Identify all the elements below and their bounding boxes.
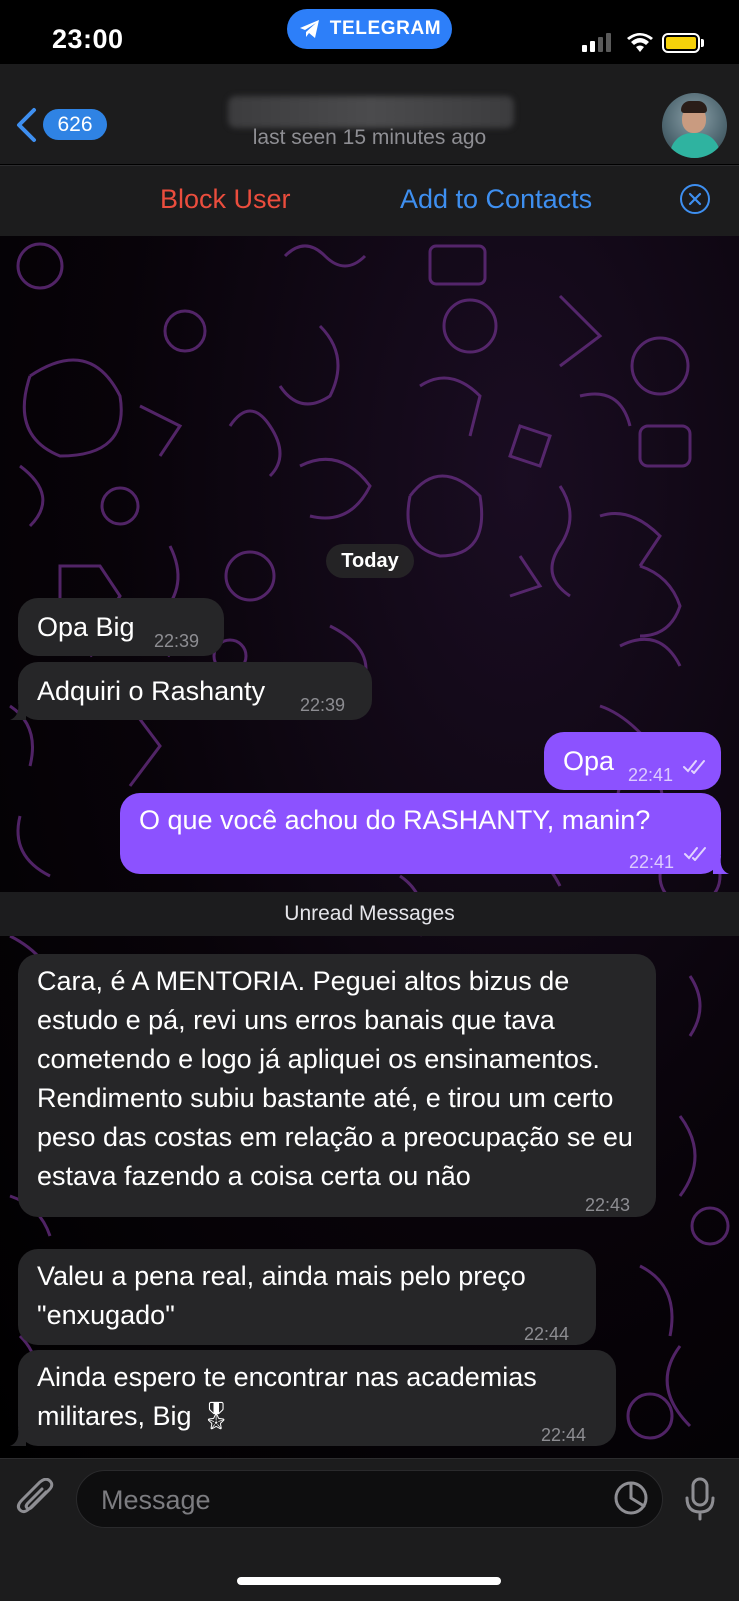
message-text: Valeu a pena real, ainda mais pelo preço… <box>37 1261 526 1330</box>
microphone-icon[interactable] <box>684 1476 716 1522</box>
message-input[interactable] <box>99 1471 583 1529</box>
sticker-icon[interactable] <box>613 1480 649 1516</box>
message-text: Opa <box>563 746 615 776</box>
wifi-icon <box>627 33 653 52</box>
message-text: Opa Big <box>37 612 135 642</box>
telegram-app-pill[interactable]: TELEGRAM <box>287 9 452 49</box>
message-text: Ainda espero te encontrar nas academias … <box>37 1362 537 1431</box>
message-input-field[interactable] <box>76 1470 663 1529</box>
message-time: 22:44 <box>541 1425 587 1445</box>
avatar-body <box>670 133 720 158</box>
bubble-tail <box>10 702 26 720</box>
message-bubble-incoming[interactable]: Ainda espero te encontrar nas academias … <box>18 1350 616 1446</box>
message-text: Cara, é A MENTORIA. Peguei altos bizus d… <box>37 966 633 1191</box>
message-time: 22:43 <box>585 1195 631 1215</box>
message-bubble-outgoing[interactable]: Opa 22:41 <box>544 732 721 790</box>
message-bubble-outgoing[interactable]: O que você achou do RASHANTY, manin? 22:… <box>120 793 721 874</box>
message-bubble-incoming[interactable]: Valeu a pena real, ainda mais pelo preço… <box>18 1249 596 1345</box>
read-checkmarks-icon <box>684 847 706 861</box>
message-text: O que você achou do RASHANTY, manin? <box>139 805 651 835</box>
unread-messages-separator: Unread Messages <box>0 892 739 936</box>
app-pill-label: TELEGRAM <box>329 18 442 39</box>
block-user-button[interactable]: Block User <box>160 184 291 215</box>
close-icon <box>688 192 702 206</box>
message-bubble-incoming[interactable]: Cara, é A MENTORIA. Peguei altos bizus d… <box>18 954 656 1217</box>
last-seen-status: last seen 15 minutes ago <box>252 126 487 149</box>
message-text: Adquiri o Rashanty <box>37 676 266 706</box>
close-action-bar-button[interactable] <box>680 184 710 214</box>
avatar-hair <box>681 101 707 113</box>
read-checkmarks-icon <box>683 760 705 774</box>
battery-icon <box>662 33 700 53</box>
attach-paperclip-icon[interactable] <box>16 1478 56 1522</box>
message-time: 22:44 <box>524 1324 570 1344</box>
signal-icon <box>582 33 611 52</box>
bubble-tail <box>713 856 729 874</box>
date-separator: Today <box>326 544 414 578</box>
telegram-icon <box>299 20 319 38</box>
message-bubble-incoming[interactable]: Opa Big 22:39 <box>18 598 224 656</box>
contact-name-blurred[interactable] <box>228 96 514 128</box>
message-time: 22:41 <box>629 852 675 872</box>
message-bubble-incoming[interactable]: Adquiri o Rashanty 22:39 <box>18 662 372 720</box>
status-time: 23:00 <box>52 24 124 54</box>
bubble-tail <box>10 1428 26 1446</box>
message-time: 22:39 <box>300 695 346 715</box>
home-indicator[interactable] <box>237 1577 501 1585</box>
message-time: 22:39 <box>154 631 200 651</box>
add-to-contacts-button[interactable]: Add to Contacts <box>400 184 592 215</box>
new-contact-action-bar <box>0 165 739 236</box>
message-time: 22:41 <box>628 765 674 785</box>
battery-tip <box>701 39 704 47</box>
contact-avatar[interactable] <box>662 93 727 158</box>
